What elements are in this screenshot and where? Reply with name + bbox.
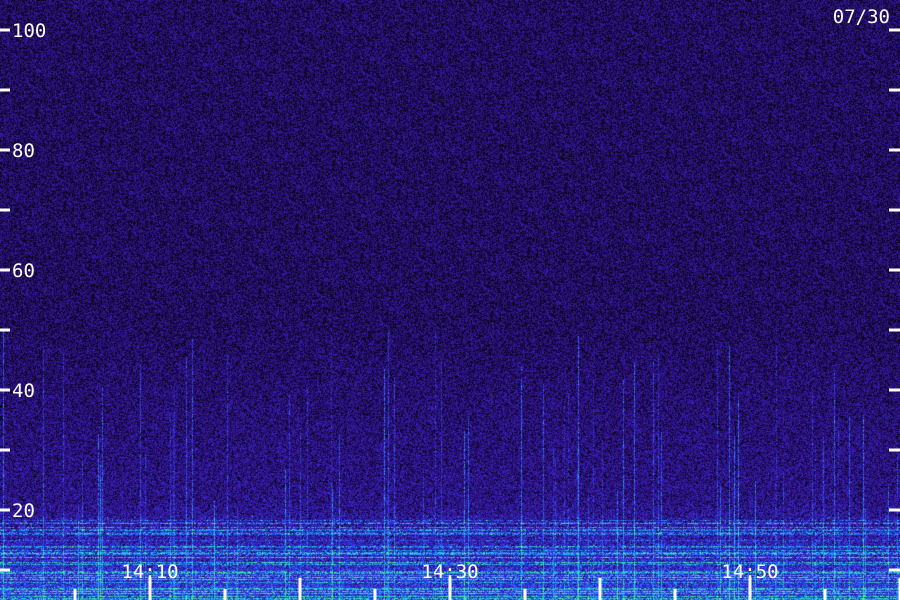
y-axis-right	[889, 28, 900, 572]
y-tick-label: 20	[12, 500, 35, 522]
y-tick-label: 100	[12, 20, 46, 42]
date-label: 07/30	[833, 6, 890, 28]
x-axis: 14:10 14:30 14:50	[73, 561, 900, 600]
y-axis-left: 100 80 60 40 20	[0, 20, 46, 572]
x-tick-label: 14:10	[121, 561, 178, 583]
axes-overlay: 100 80 60 40 20 14:10 14:30 14:50 07/30	[0, 6, 900, 600]
y-tick-label: 80	[12, 140, 35, 162]
y-tick-label: 60	[12, 260, 35, 282]
x-tick-label: 14:30	[421, 561, 478, 583]
spectrogram-chart: 100 80 60 40 20 14:10 14:30 14:50 07/30	[0, 0, 900, 600]
y-tick-label: 40	[12, 380, 35, 402]
x-tick-label: 14:50	[721, 561, 778, 583]
